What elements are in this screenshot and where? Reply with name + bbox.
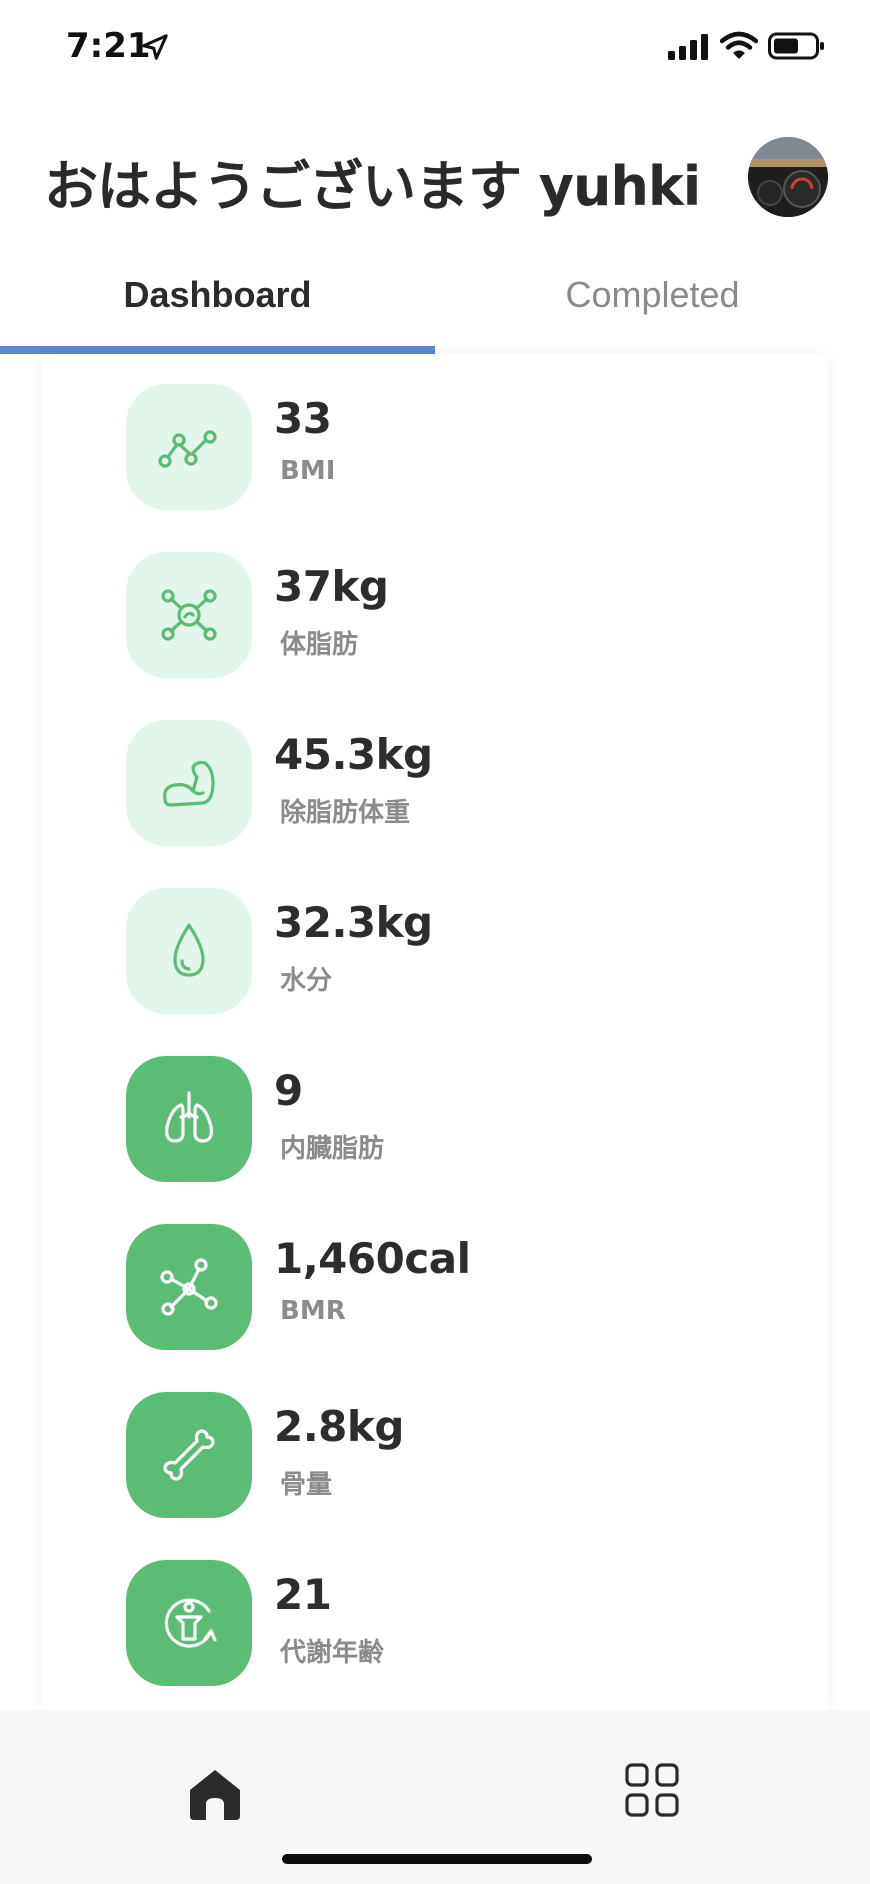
tab-bar: Dashboard Completed (0, 262, 870, 354)
metric-bmr[interactable]: 1,460cal BMR (84, 1224, 784, 1392)
metric-bmi[interactable]: 33 BMI (84, 384, 784, 552)
metric-icon-box (126, 888, 252, 1014)
grid-icon[interactable] (624, 1762, 680, 1818)
metric-value: 21 (274, 1570, 332, 1619)
line-chart-icon (158, 430, 217, 468)
metric-label: 水分 (280, 966, 333, 996)
tab-dashboard[interactable]: Dashboard (0, 274, 435, 330)
metric-body-fat[interactable]: 37kg 体脂肪 (84, 552, 784, 720)
metric-label: BMI (280, 456, 336, 486)
metrics-card: 33 BMI 37kg 体脂肪 45.3kg 除脂肪体重 32.3kg 水分 9… (42, 354, 828, 1710)
metric-value: 1,460cal (274, 1234, 471, 1283)
metric-value: 32.3kg (274, 898, 433, 947)
flexed-arm-icon (163, 760, 215, 807)
metric-label: 除脂肪体重 (280, 798, 411, 828)
metric-icon-box (126, 1224, 252, 1350)
metric-icon-box (126, 720, 252, 846)
metric-label: 代謝年齢 (280, 1638, 385, 1668)
greeting-title: おはようございます yuhki (44, 155, 701, 218)
metric-value: 33 (274, 394, 332, 443)
home-indicator (282, 1854, 592, 1864)
metric-icon-box (126, 552, 252, 678)
metric-bone-mass[interactable]: 2.8kg 骨量 (84, 1392, 784, 1560)
metric-label: 内臓脂肪 (280, 1134, 385, 1164)
lungs-icon (165, 1091, 213, 1143)
metric-icon-box (126, 384, 252, 510)
metabolic-age-icon (164, 1598, 217, 1648)
cellular-signal-icon (668, 34, 708, 60)
status-time: 7:21 (66, 26, 151, 66)
home-icon[interactable] (186, 1768, 244, 1822)
metric-metabolic-age[interactable]: 21 代謝年齢 (84, 1560, 784, 1728)
battery-icon (768, 32, 824, 60)
network-icon (160, 1258, 218, 1316)
bone-icon (163, 1429, 215, 1481)
metric-icon-box (126, 1392, 252, 1518)
user-avatar[interactable] (748, 137, 828, 217)
metric-water[interactable]: 32.3kg 水分 (84, 888, 784, 1056)
avatar-photo (748, 137, 828, 217)
metric-visceral-fat[interactable]: 9 内臓脂肪 (84, 1056, 784, 1224)
location-arrow-icon (142, 34, 168, 60)
metric-value: 45.3kg (274, 730, 433, 779)
water-drop-icon (173, 923, 205, 977)
metric-lean-mass[interactable]: 45.3kg 除脂肪体重 (84, 720, 784, 888)
metric-value: 2.8kg (274, 1402, 404, 1451)
molecule-icon (161, 589, 217, 641)
tab-completed[interactable]: Completed (435, 274, 870, 330)
metric-label: BMR (280, 1296, 346, 1326)
wifi-icon (720, 31, 758, 59)
metric-value: 37kg (274, 562, 389, 611)
metric-value: 9 (274, 1066, 303, 1115)
metric-icon-box (126, 1056, 252, 1182)
active-tab-indicator (0, 346, 435, 354)
screen: 7:21 おはようございます yuhki Dashboard Completed… (0, 0, 870, 1884)
metric-icon-box (126, 1560, 252, 1686)
metric-label: 骨量 (280, 1470, 333, 1500)
metric-label: 体脂肪 (280, 630, 359, 660)
status-bar: 7:21 (0, 0, 870, 100)
